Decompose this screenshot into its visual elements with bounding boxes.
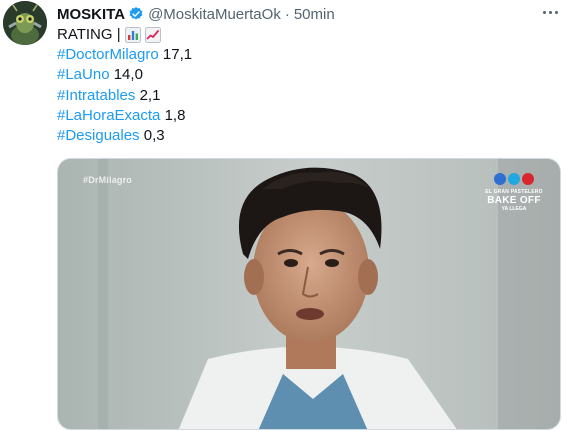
rating-value: 0,3 bbox=[143, 126, 165, 144]
chart-increasing-emoji-icon bbox=[144, 27, 161, 44]
hashtag-link[interactable]: #LaUno bbox=[57, 65, 110, 85]
tweet-text: RATING | #DoctorMilagro 17,1 #LaUno 14,0… bbox=[57, 25, 192, 146]
more-options-icon[interactable] bbox=[537, 2, 563, 22]
channel-logo: EL GRAN PASTELERO BAKE OFF YA LLEGA bbox=[482, 173, 546, 212]
tweet-header: MOSKITA @MoskitaMuertaOk · 50min bbox=[57, 4, 565, 24]
rating-value: 2,1 bbox=[139, 86, 161, 104]
rating-line: #Desiguales 0,3 bbox=[57, 126, 192, 146]
hashtag-link[interactable]: #Desiguales bbox=[57, 126, 140, 146]
author-name[interactable]: MOSKITA bbox=[57, 6, 125, 23]
hashtag-link[interactable]: #LaHoraExacta bbox=[57, 106, 160, 126]
rating-value: 1,8 bbox=[164, 106, 186, 124]
rating-line: #LaUno 14,0 bbox=[57, 65, 192, 85]
promo-subtext: YA LLEGA bbox=[501, 206, 527, 212]
rating-label: RATING | bbox=[57, 26, 121, 43]
rating-value: 14,0 bbox=[113, 66, 143, 84]
tweet-timestamp[interactable]: 50min bbox=[294, 6, 335, 23]
rating-line: #DoctorMilagro 17,1 bbox=[57, 45, 192, 65]
hashtag-link[interactable]: #DoctorMilagro bbox=[57, 45, 159, 65]
separator-dot: · bbox=[284, 5, 290, 23]
rating-line: #Intratables 2,1 bbox=[57, 86, 192, 106]
hashtag-link[interactable]: #Intratables bbox=[57, 86, 135, 106]
channel-logo-dots bbox=[482, 173, 546, 185]
author-handle[interactable]: @MoskitaMuertaOk bbox=[148, 6, 281, 23]
promo-title: BAKE OFF bbox=[487, 195, 541, 206]
verified-badge-icon bbox=[129, 7, 143, 20]
tweet-intro-line: RATING | bbox=[57, 25, 192, 45]
watermark-hashtag: #DrMilagro bbox=[83, 175, 133, 185]
tweet: MOSKITA @MoskitaMuertaOk · 50min RATING … bbox=[0, 0, 575, 431]
rating-line: #LaHoraExacta 1,8 bbox=[57, 106, 192, 126]
tweet-media-image[interactable]: #DrMilagro EL GRAN PASTELERO BAKE OFF YA… bbox=[57, 158, 561, 430]
avatar[interactable] bbox=[3, 1, 47, 45]
rating-value: 17,1 bbox=[162, 46, 193, 64]
bar-chart-emoji-icon bbox=[124, 27, 141, 44]
